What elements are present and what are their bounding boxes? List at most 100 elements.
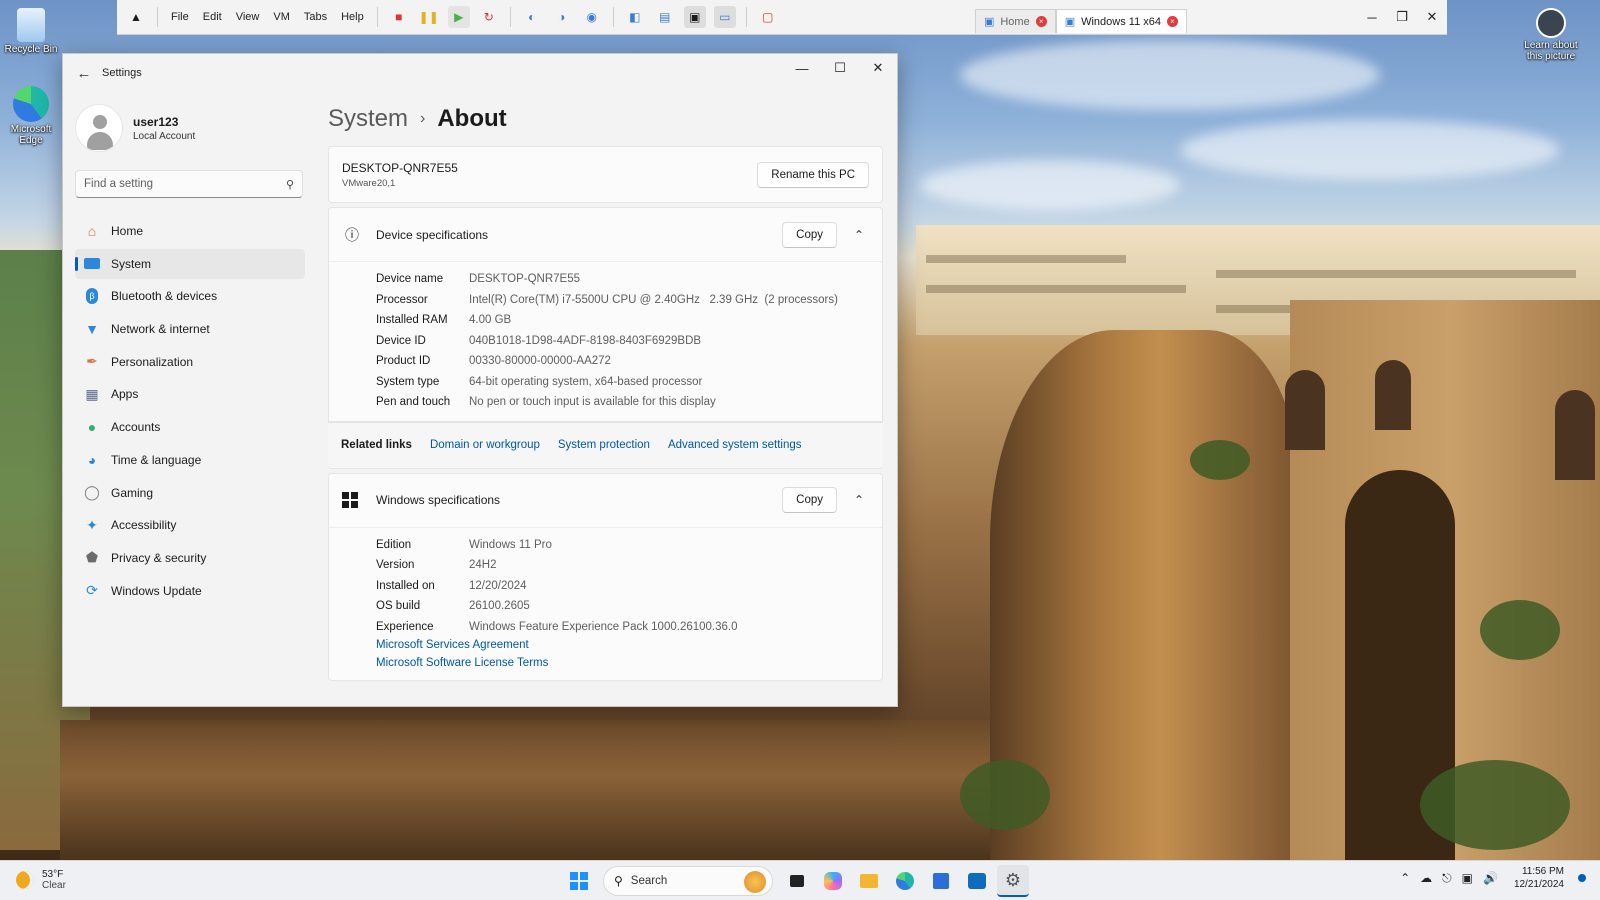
sidebar-item-gaming[interactable]: ◯ Gaming xyxy=(75,478,305,508)
rename-pc-button[interactable]: Rename this PC xyxy=(757,161,869,188)
unity-icon[interactable]: ▭ xyxy=(713,6,736,28)
sidebar-item-personalization[interactable]: ✒ Personalization xyxy=(75,347,305,377)
close-tab-icon[interactable]: × xyxy=(1035,16,1047,27)
spec-value: Intel(R) Core(TM) i7-5500U CPU @ 2.40GHz… xyxy=(469,293,838,306)
desktop-icon-edge[interactable]: Microsoft Edge xyxy=(1,86,61,146)
menu-tabs[interactable]: Tabs xyxy=(297,11,334,23)
breadcrumb: System › About xyxy=(328,100,883,138)
search-icon: ⚲ xyxy=(285,178,294,191)
link-license-terms[interactable]: Microsoft Software License Terms xyxy=(376,657,882,675)
sidebar-item-home[interactable]: ⌂ Home xyxy=(75,216,305,246)
sidebar-item-network[interactable]: ▼ Network & internet xyxy=(75,314,305,344)
chevron-up-icon[interactable]: ⌃ xyxy=(849,228,869,242)
update-icon: ⟳ xyxy=(86,582,98,599)
restart-icon[interactable]: ↻ xyxy=(478,6,500,28)
taskbar-search[interactable]: ⚲ Search xyxy=(603,866,773,896)
power-off-icon[interactable]: ■ xyxy=(388,6,410,28)
sidebar-item-accounts[interactable]: ● Accounts xyxy=(75,412,305,442)
menu-view[interactable]: View xyxy=(229,11,267,23)
usb-icon[interactable]: ⎋ xyxy=(1442,871,1452,886)
chevron-up-icon[interactable]: ⌃ xyxy=(849,493,869,507)
spec-value: Windows 11 Pro xyxy=(469,538,552,551)
network-icon[interactable]: ▣ xyxy=(1462,871,1473,885)
spec-row: Experience Windows Feature Experience Pac… xyxy=(376,617,882,638)
thumbnail-bar-icon[interactable]: ▤ xyxy=(654,6,676,28)
menu-edit[interactable]: Edit xyxy=(196,11,229,23)
user-name: user123 xyxy=(133,114,179,129)
sidebar-item-bluetooth[interactable]: β Bluetooth & devices xyxy=(75,281,305,311)
power-on-icon[interactable]: ▶ xyxy=(447,6,470,28)
console-view-icon[interactable]: ▢ xyxy=(757,6,779,28)
snapshot-icon[interactable]: ◐ xyxy=(521,6,543,28)
breadcrumb-parent[interactable]: System xyxy=(328,105,408,133)
snapshot-manager-icon[interactable]: ◉ xyxy=(581,6,603,28)
chevron-right-icon: › xyxy=(420,110,426,127)
suspend-icon[interactable]: ❚❚ xyxy=(418,6,440,28)
close-tab-icon[interactable]: × xyxy=(1167,16,1178,27)
sidebar-item-time-language[interactable]: ◕ Time & language xyxy=(75,445,305,475)
weather-widget[interactable]: 53°F Clear xyxy=(16,869,66,891)
section-title: Device specifications xyxy=(376,227,489,242)
system-tray: ⌃ ☁ ⎋ ▣ 🔊 11:56 PM 12/21/2024 xyxy=(1400,865,1586,891)
copilot-icon[interactable] xyxy=(817,865,849,897)
link-services-agreement[interactable]: Microsoft Services Agreement xyxy=(376,639,882,657)
section-title: Windows specifications xyxy=(376,493,501,507)
minimize-icon[interactable]: — xyxy=(783,54,821,82)
fullscreen-icon[interactable]: ▣ xyxy=(683,6,706,28)
vmware-minimize-icon[interactable]: ─ xyxy=(1357,0,1387,35)
link-system-protection[interactable]: System protection xyxy=(558,439,650,451)
user-profile[interactable]: user123 Local Account xyxy=(75,100,305,156)
spec-value: 040B1018-1D98-4ADF-8198-8403F6929BDB xyxy=(469,334,702,347)
sidebar-item-apps[interactable]: ▦ Apps xyxy=(75,379,305,409)
sidebar-item-accessibility[interactable]: ✦ Accessibility xyxy=(75,510,305,540)
spec-value: Windows Feature Experience Pack 1000.261… xyxy=(469,620,738,633)
pc-model: VMware20,1 xyxy=(342,177,396,189)
notification-bell-icon[interactable] xyxy=(1578,874,1586,882)
weather-description: Clear xyxy=(42,880,66,891)
spec-value: 00330-80000-00000-AA272 xyxy=(469,355,611,368)
store-icon[interactable] xyxy=(925,865,957,897)
outlook-icon[interactable] xyxy=(961,865,993,897)
volume-icon[interactable]: 🔊 xyxy=(1483,871,1498,885)
link-advanced-system-settings[interactable]: Advanced system settings xyxy=(668,439,802,451)
start-button[interactable] xyxy=(563,865,595,897)
edge-icon[interactable] xyxy=(889,865,921,897)
clock-time: 11:56 PM xyxy=(1521,866,1564,877)
copy-windows-specs-button[interactable]: Copy xyxy=(782,487,837,513)
vmware-restore-icon[interactable]: ❐ xyxy=(1387,0,1417,35)
task-view-icon[interactable] xyxy=(781,865,813,897)
device-specs-header[interactable]: ⓘ Device specifications Copy ⌃ xyxy=(329,208,882,262)
sidebar-item-label: Network & internet xyxy=(111,322,210,337)
close-icon[interactable]: ✕ xyxy=(859,54,897,82)
back-arrow-icon[interactable]: ← xyxy=(66,65,102,82)
sidebar-item-system[interactable]: System xyxy=(75,248,305,279)
copy-device-specs-button[interactable]: Copy xyxy=(782,221,837,248)
maximize-icon[interactable]: ☐ xyxy=(821,54,859,82)
app-title: Settings xyxy=(102,67,142,79)
desktop-icon-recycle-bin[interactable]: Recycle Bin xyxy=(1,8,61,55)
vmware-close-icon[interactable]: ✕ xyxy=(1417,0,1447,35)
search-input[interactable]: Find a setting ⚲ xyxy=(75,170,303,198)
spec-row: Processor Intel(R) Core(TM) i7-5500U CPU … xyxy=(376,290,882,311)
clock[interactable]: 11:56 PM 12/21/2024 xyxy=(1514,865,1564,891)
menu-help[interactable]: Help xyxy=(334,11,371,23)
sidebar-item-privacy[interactable]: ⬟ Privacy & security xyxy=(75,543,305,573)
page-title: About xyxy=(437,105,507,132)
chevron-up-icon[interactable]: ⌃ xyxy=(1400,871,1410,885)
file-explorer-icon[interactable] xyxy=(853,865,885,897)
windows-specs-header[interactable]: Windows specifications Copy ⌃ xyxy=(329,474,882,528)
spec-row: Pen and touch No pen or touch input is av… xyxy=(376,392,882,413)
revert-snapshot-icon[interactable]: ◑ xyxy=(551,6,573,28)
menu-vm[interactable]: VM xyxy=(266,11,297,23)
menu-file[interactable]: File xyxy=(164,11,196,23)
learn-about-picture[interactable]: Learn about this picture xyxy=(1521,8,1581,62)
tab-home[interactable]: ▣ Home × xyxy=(974,9,1056,33)
tab-label: Home xyxy=(1000,15,1030,28)
tab-windows-11[interactable]: ▣ Windows 11 x64 × xyxy=(1055,9,1187,33)
link-domain-workgroup[interactable]: Domain or workgroup xyxy=(430,439,540,451)
settings-app-icon[interactable]: ⚙ xyxy=(997,865,1029,897)
onedrive-icon[interactable]: ☁ xyxy=(1420,871,1432,885)
sidebar-item-windows-update[interactable]: ⟳ Windows Update xyxy=(75,576,305,606)
pin-icon[interactable]: ▲ xyxy=(125,6,147,28)
sidebar-toggle-icon[interactable]: ◧ xyxy=(624,6,646,28)
